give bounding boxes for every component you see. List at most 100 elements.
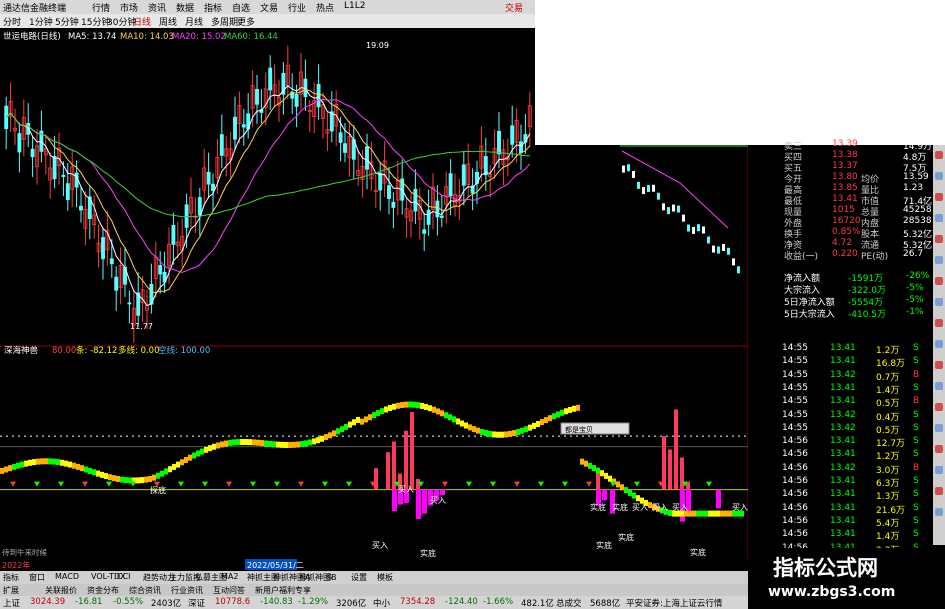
menu-item[interactable]: 行业 — [288, 1, 306, 14]
side-tool-icon[interactable] — [935, 445, 943, 453]
wave-segment — [636, 495, 640, 502]
indicator-tab[interactable]: 窗口 — [29, 572, 45, 583]
index-pct: -1.29% — [298, 597, 329, 607]
wave-segment — [216, 442, 220, 449]
wave-segment — [596, 467, 600, 474]
side-tool-icon[interactable] — [935, 403, 943, 411]
indicator-tab[interactable]: CCI — [117, 572, 131, 581]
period-tab[interactable]: 1分钟 — [29, 15, 53, 28]
tick-price: 13.41 — [830, 515, 856, 526]
menu-item[interactable]: 行情 — [92, 1, 110, 14]
side-tool-icon[interactable] — [935, 277, 943, 285]
extra-tab[interactable]: 扩展 — [3, 585, 19, 596]
indicator-tab[interactable]: MA2 — [221, 572, 238, 581]
menu-item[interactable]: 资讯 — [148, 1, 166, 14]
period-tab[interactable]: 更多 — [237, 15, 255, 28]
menu-item[interactable]: 市场 — [120, 1, 138, 14]
indicator-tab[interactable]: 设置 — [351, 572, 367, 583]
wave-segment — [12, 463, 16, 470]
side-tool-icon[interactable] — [935, 424, 943, 432]
indicator-tab[interactable]: MACD — [55, 572, 79, 581]
index-amount: 3206亿 — [336, 599, 367, 609]
indicator-bar — [386, 452, 390, 490]
menu-item[interactable]: 数据 — [176, 1, 194, 14]
wave-segment — [388, 404, 392, 411]
extra-tab[interactable]: 行业资讯 — [171, 585, 203, 596]
wave-segment — [708, 510, 712, 517]
side-tool-icon[interactable] — [935, 214, 943, 222]
index-change: -16.81 — [75, 597, 103, 607]
side-tool-icon[interactable] — [935, 487, 943, 495]
wave-segment — [84, 466, 88, 473]
indicator-tabs: 指标 窗口 MACD VOL-TDX CCI 趋势动力 主力监控 私募主图 MA2 神抓主图 神抓神… — [0, 571, 748, 584]
period-tab[interactable]: 5分钟 — [55, 15, 79, 28]
indicator-bar — [668, 449, 672, 490]
period-tab[interactable]: 分时 — [3, 15, 21, 28]
extra-tab[interactable]: 互动问答 — [213, 585, 245, 596]
quote-value: 1015 — [832, 205, 855, 215]
period-tab[interactable]: 周线 — [159, 15, 177, 28]
signal-annotation: 实底 — [618, 532, 634, 542]
wave-segment — [288, 441, 292, 448]
side-tool-icon[interactable] — [935, 382, 943, 390]
side-tool-icon[interactable] — [935, 319, 943, 327]
tick-price: 13.42 — [830, 422, 856, 433]
candle — [343, 143, 347, 153]
side-tool-icon[interactable] — [935, 172, 943, 180]
period-tab[interactable]: 日线 — [133, 15, 151, 28]
indicator-tab[interactable]: 模板 — [377, 572, 393, 583]
wave-segment — [228, 439, 232, 446]
wave-segment — [352, 419, 356, 426]
wave-segment — [264, 440, 268, 447]
candle — [697, 224, 700, 232]
menu-item[interactable]: L1L2 — [344, 1, 365, 11]
wave-segment — [268, 440, 272, 447]
wave-segment — [116, 475, 120, 482]
wave-segment — [452, 416, 456, 423]
extra-tab[interactable]: 新用户福利专享 — [255, 585, 311, 596]
index-change: -124.40 — [445, 597, 478, 607]
menu-item[interactable]: 自选 — [232, 1, 250, 14]
candle — [622, 165, 625, 173]
period-tab[interactable]: 多周期 — [211, 15, 238, 28]
flow-label: 5日大宗流入 — [784, 310, 835, 320]
title-bar: 通达信金融终端 交易 行情 市场 资讯 数据 指标 自选 文易 行业 热点 L1L2 — [0, 0, 535, 14]
chart-area[interactable]: 世运电路(日线) MA5: 13.74 MA10: 14.03MA20: 15.02… — [0, 28, 748, 571]
side-tool-icon[interactable] — [935, 235, 943, 243]
tick-time: 14:55 — [782, 409, 808, 420]
side-tool-icon[interactable] — [935, 508, 943, 516]
period-tab[interactable]: 月线 — [185, 15, 203, 28]
wave-segment — [176, 461, 180, 468]
tick-time: 14:55 — [782, 382, 808, 393]
side-tool-icon[interactable] — [935, 361, 943, 369]
indicator-tab[interactable]: 指标 — [3, 572, 19, 583]
signal-arrow — [298, 481, 304, 487]
extra-tab[interactable]: 资金分布 — [87, 585, 119, 596]
wave-segment — [480, 428, 484, 435]
tick-volume: 6.3万 — [876, 479, 900, 489]
extra-tab[interactable]: 关联报价 — [45, 585, 77, 596]
menu-item[interactable]: 热点 — [316, 1, 334, 14]
side-tool-icon[interactable] — [935, 193, 943, 201]
popup-label: 都是宝贝 — [565, 425, 593, 434]
candle — [717, 246, 720, 254]
indicator-tab[interactable]: 多 — [325, 572, 333, 583]
trade-button[interactable]: 交易 — [505, 1, 523, 14]
side-tool-icon[interactable] — [935, 256, 943, 264]
candle — [439, 215, 444, 218]
extra-tab[interactable]: 综合资讯 — [129, 585, 161, 596]
wave-segment — [296, 441, 300, 448]
side-tool-icon[interactable] — [935, 298, 943, 306]
side-tool-icon[interactable] — [935, 466, 943, 474]
menu-item[interactable]: 指标 — [204, 1, 222, 14]
side-tool-icon[interactable] — [935, 151, 943, 159]
quote-value: 13.39 — [832, 139, 858, 149]
wave-segment — [524, 426, 528, 433]
menu-item[interactable]: 文易 — [260, 1, 278, 14]
news-ticker[interactable]: 平安证券:上海上证云行情 — [626, 597, 722, 609]
candle — [30, 148, 35, 158]
side-tool-icon[interactable] — [935, 340, 943, 348]
signal-arrow — [10, 481, 16, 487]
candle — [426, 209, 431, 225]
tick-price: 13.41 — [830, 382, 856, 393]
